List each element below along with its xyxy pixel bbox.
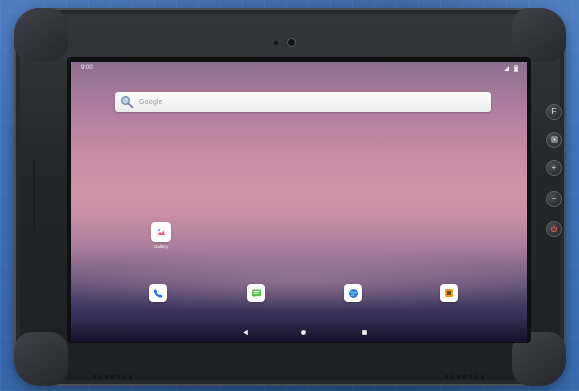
- browser-icon: [348, 288, 358, 298]
- volume-down-label: −: [551, 194, 557, 203]
- recents-icon: [361, 329, 367, 335]
- home-icon: [300, 329, 306, 335]
- gallery-icon: [151, 222, 171, 242]
- bottom-speaker-right: [445, 375, 487, 379]
- front-camera: [288, 39, 295, 46]
- status-bar: 9:00: [71, 62, 527, 74]
- top-right-bumper: [512, 8, 566, 62]
- front-sensor: [274, 41, 278, 45]
- camera-icon: [445, 289, 453, 297]
- bottom-left-bumper: [14, 332, 68, 386]
- left-side-port: [33, 160, 35, 230]
- power-button[interactable]: [546, 221, 562, 237]
- back-button[interactable]: [239, 326, 251, 338]
- gallery-label: Gallery: [153, 244, 169, 249]
- browser-app[interactable]: [344, 284, 362, 302]
- menu-button[interactable]: [546, 132, 562, 148]
- menu-button-icon: [551, 136, 557, 143]
- android-home-screen: 9:00 Google Gallery: [71, 62, 527, 342]
- recents-button[interactable]: [358, 326, 370, 338]
- volume-up-button[interactable]: +: [546, 160, 562, 176]
- function-button-label: F: [551, 107, 557, 116]
- app-dock: [71, 284, 527, 308]
- volume-down-button[interactable]: −: [546, 191, 562, 207]
- signal-icon: [504, 65, 509, 71]
- search-icon: [117, 93, 136, 112]
- status-icons: [503, 64, 518, 72]
- bottom-speaker-left: [93, 375, 135, 379]
- gallery-app[interactable]: Gallery: [147, 222, 175, 249]
- home-button[interactable]: [297, 326, 309, 338]
- rugged-tablet: 9:00 Google Gallery F + −: [14, 8, 566, 386]
- top-left-bumper: [14, 8, 68, 62]
- google-search-bar[interactable]: Google: [115, 92, 491, 112]
- messages-icon: [251, 289, 261, 298]
- search-placeholder: Google: [139, 98, 163, 106]
- volume-up-label: +: [551, 163, 557, 172]
- device-screenshot: 9:00 Google Gallery F + −: [0, 0, 579, 391]
- navigation-bar: [71, 320, 527, 342]
- phone-app[interactable]: [149, 284, 167, 302]
- battery-icon: [514, 64, 518, 72]
- phone-icon: [153, 289, 163, 298]
- messages-app[interactable]: [247, 284, 265, 302]
- back-icon: [242, 329, 248, 335]
- status-time: 9:00: [81, 65, 93, 71]
- function-button[interactable]: F: [546, 104, 562, 120]
- power-icon: [551, 225, 557, 233]
- camera-app[interactable]: [440, 284, 458, 302]
